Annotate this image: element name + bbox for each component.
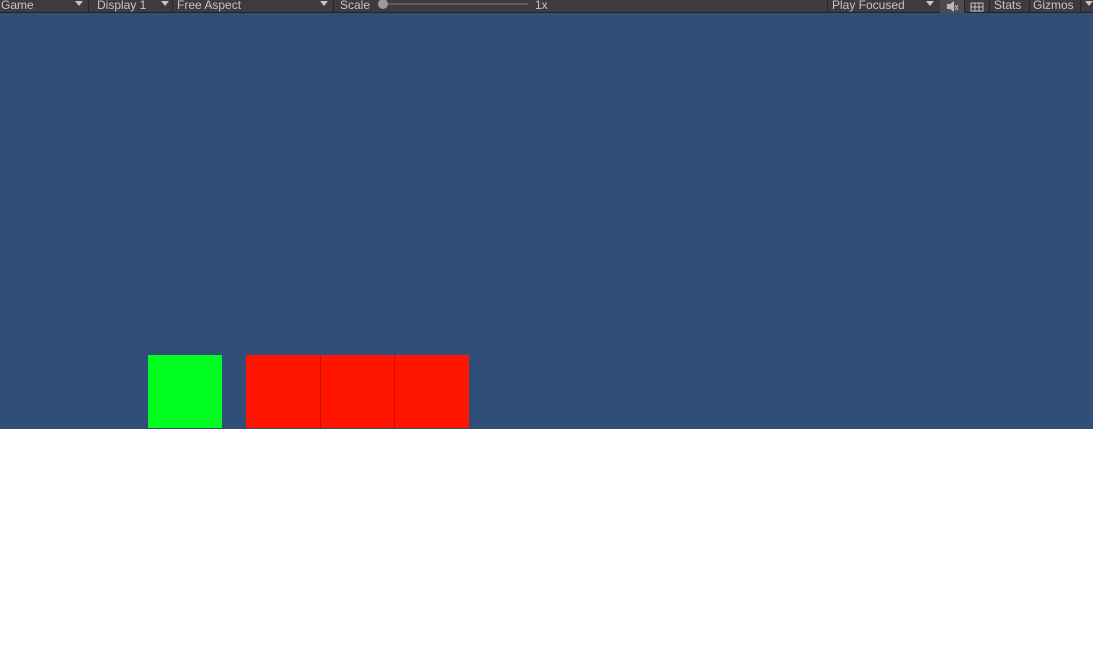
toolbar-divider [964, 0, 965, 13]
game-view-toolbar: Game Display 1 Free Aspect Scale 1x Play… [0, 0, 1093, 13]
display-dropdown-chevron-icon[interactable] [161, 1, 169, 6]
aspect-dropdown[interactable]: Free Aspect [177, 0, 241, 13]
stats-button[interactable]: Stats [994, 0, 1021, 13]
mute-audio-icon [947, 1, 959, 12]
scale-label: Scale [340, 0, 371, 12]
toolbar-divider [88, 0, 89, 13]
obstacle-block [320, 355, 394, 428]
scale-value: 1x [535, 0, 548, 12]
obstacle-block [246, 355, 320, 428]
gizmos-button[interactable]: Gizmos [1033, 0, 1074, 13]
stats-grid-icon [970, 2, 984, 11]
play-mode-dropdown[interactable]: Play Focused [832, 0, 905, 13]
aspect-dropdown-chevron-icon[interactable] [320, 1, 328, 6]
toolbar-divider [172, 0, 173, 13]
view-tab-label[interactable]: Game [1, 0, 34, 13]
toolbar-divider [333, 0, 334, 13]
view-dropdown-chevron-icon[interactable] [75, 1, 83, 6]
mute-audio-button[interactable] [940, 0, 964, 13]
game-viewport[interactable] [0, 13, 1093, 429]
player-block [148, 355, 222, 428]
obstacle-seam [394, 355, 395, 428]
toolbar-divider [1080, 0, 1081, 13]
scale-slider-handle[interactable] [378, 0, 388, 9]
scale-slider-track[interactable] [383, 3, 528, 5]
toolbar-divider [827, 0, 828, 13]
toolbar-divider [989, 0, 990, 13]
toolbar-divider [1029, 0, 1030, 13]
display-dropdown[interactable]: Display 1 [97, 0, 146, 13]
obstacle-block [395, 355, 469, 428]
stats-grid-button[interactable] [966, 0, 988, 13]
obstacle-seam [320, 355, 321, 428]
play-mode-chevron-icon[interactable] [926, 1, 934, 6]
gizmos-dropdown-chevron-icon[interactable] [1085, 1, 1093, 6]
